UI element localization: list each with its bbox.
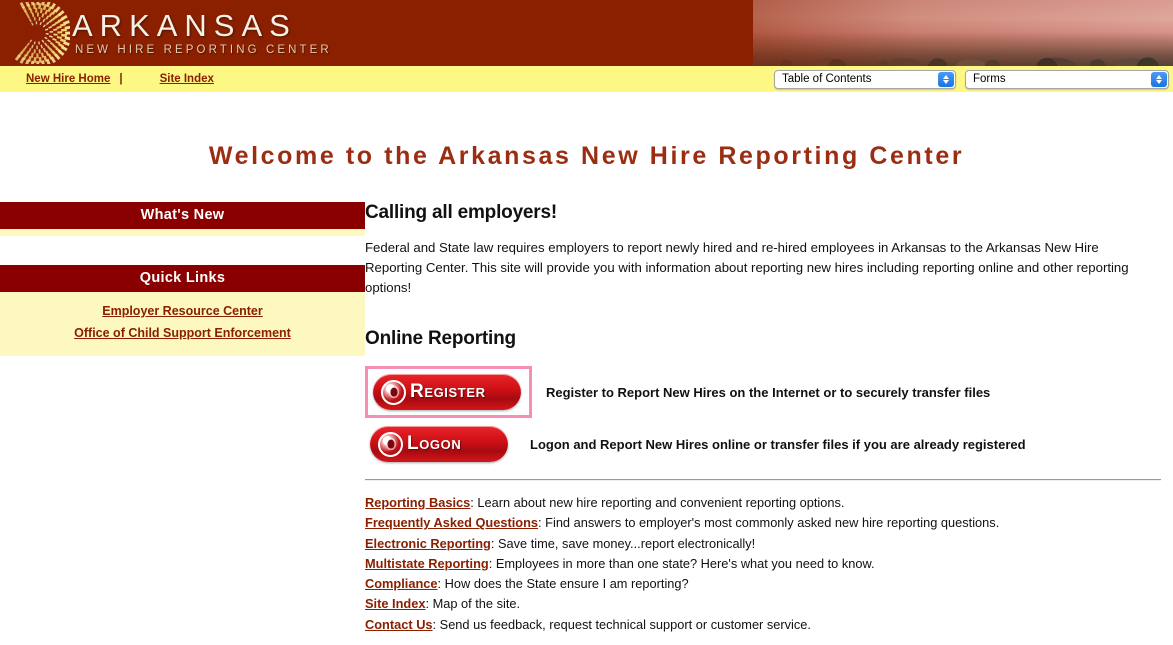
logo-text-block: ARKANSAS NEW HIRE REPORTING CENTER bbox=[72, 10, 332, 57]
link-description: : Send us feedback, request technical su… bbox=[432, 616, 811, 632]
whats-new-panel: What's New bbox=[0, 202, 365, 236]
link-electronic-reporting[interactable]: Electronic Reporting bbox=[365, 536, 491, 551]
nav-link-new-hire-home[interactable]: New Hire Home bbox=[26, 73, 110, 85]
list-item: Multistate Reporting: Employees in more … bbox=[365, 554, 1161, 574]
sidebar: What's New Quick Links Employer Resource… bbox=[0, 202, 365, 356]
logon-row: Logon Logon and Report New Hires online … bbox=[365, 423, 1161, 465]
list-item: Site Index: Map of the site. bbox=[365, 594, 1161, 614]
link-description: : Employees in more than one state? Here… bbox=[488, 555, 875, 571]
whats-new-heading: What's New bbox=[0, 202, 365, 229]
nav-separator: | bbox=[119, 73, 123, 85]
link-description: : Save time, save money...report electro… bbox=[490, 535, 756, 551]
link-description: : How does the State ensure I am reporti… bbox=[437, 576, 689, 592]
logon-description: Logon and Report New Hires online or tra… bbox=[530, 436, 1026, 452]
nav-links-group: New Hire Home | Site Index bbox=[0, 73, 214, 85]
calling-all-employers-heading: Calling all employers! bbox=[365, 202, 557, 223]
table-of-contents-select[interactable]: Table of Contents bbox=[774, 69, 956, 89]
logo-title: ARKANSAS bbox=[72, 7, 297, 43]
site-banner: ARKANSAS NEW HIRE REPORTING CENTER bbox=[0, 0, 1173, 66]
register-button-focus-ring: Register bbox=[365, 366, 532, 419]
link-compliance[interactable]: Compliance bbox=[365, 576, 438, 591]
list-item: Electronic Reporting: Save time, save mo… bbox=[365, 534, 1161, 554]
chevron-updown-icon[interactable] bbox=[1151, 71, 1167, 87]
list-item: Reporting Basics: Learn about new hire r… bbox=[365, 493, 1161, 513]
register-button[interactable]: Register bbox=[373, 374, 521, 411]
quick-links-heading: Quick Links bbox=[0, 265, 365, 292]
page-title: Welcome to the Arkansas New Hire Reporti… bbox=[208, 142, 965, 170]
link-multistate-reporting[interactable]: Multistate Reporting bbox=[365, 556, 489, 571]
nav-dropdowns-group: Table of Contents Forms bbox=[774, 69, 1173, 89]
link-description: : Map of the site. bbox=[425, 596, 521, 612]
sunburst-spiral-icon bbox=[14, 2, 70, 64]
list-item: Contact Us: Send us feedback, request te… bbox=[365, 615, 1161, 635]
register-row: Register Register to Report New Hires on… bbox=[365, 366, 1161, 419]
link-reporting-basics[interactable]: Reporting Basics bbox=[365, 495, 470, 510]
quick-links-panel: Quick Links Employer Resource Center Off… bbox=[0, 265, 365, 356]
quick-link-employer-resource-center[interactable]: Employer Resource Center bbox=[0, 300, 365, 322]
whats-new-body bbox=[0, 229, 365, 236]
seal-icon bbox=[381, 379, 406, 405]
seal-icon bbox=[378, 431, 403, 457]
list-item: Compliance: How does the State ensure I … bbox=[365, 574, 1161, 594]
quick-link-office-of-child-support-enforcement[interactable]: Office of Child Support Enforcement bbox=[0, 322, 365, 344]
register-description: Register to Report New Hires on the Inte… bbox=[546, 384, 991, 400]
link-description: : Find answers to employer's most common… bbox=[538, 515, 1000, 531]
content-divider-top bbox=[365, 479, 1161, 482]
table-of-contents-select-value: Table of Contents bbox=[782, 73, 872, 85]
chevron-updown-icon[interactable] bbox=[938, 71, 954, 87]
quick-links-body: Employer Resource Center Office of Child… bbox=[0, 292, 365, 356]
top-navigation-bar: New Hire Home | Site Index Table of Cont… bbox=[0, 66, 1173, 92]
site-logo[interactable]: ARKANSAS NEW HIRE REPORTING CENTER bbox=[8, 2, 332, 64]
link-contact-us[interactable]: Contact Us bbox=[365, 617, 433, 632]
link-frequently-asked-questions[interactable]: Frequently Asked Questions bbox=[365, 515, 538, 530]
forms-select-value: Forms bbox=[973, 73, 1006, 85]
resource-link-list: Reporting Basics: Learn about new hire r… bbox=[365, 493, 1161, 635]
main-content: Calling all employers! Federal and State… bbox=[365, 202, 1173, 645]
logon-button-wrapper: Logon bbox=[365, 423, 516, 465]
forms-select[interactable]: Forms bbox=[965, 69, 1169, 89]
logon-button[interactable]: Logon bbox=[370, 426, 508, 463]
online-reporting-heading: Online Reporting bbox=[365, 328, 516, 350]
logo-subtitle: NEW HIRE REPORTING CENTER bbox=[75, 43, 332, 56]
link-site-index[interactable]: Site Index bbox=[365, 596, 425, 611]
nav-link-site-index[interactable]: Site Index bbox=[160, 73, 214, 85]
calling-all-employers-body: Federal and State law requires employers… bbox=[365, 240, 1129, 296]
page-layout: What's New Quick Links Employer Resource… bbox=[0, 171, 1173, 645]
link-description: : Learn about new hire reporting and con… bbox=[470, 495, 845, 511]
list-item: Frequently Asked Questions: Find answers… bbox=[365, 513, 1161, 533]
